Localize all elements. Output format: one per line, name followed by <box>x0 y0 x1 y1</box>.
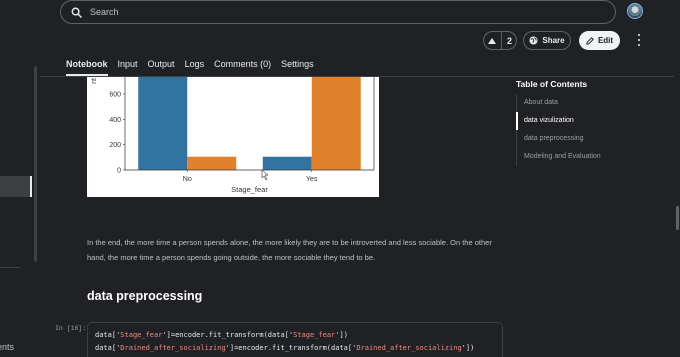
share-button[interactable]: Share <box>523 31 571 50</box>
globe-icon <box>529 36 538 45</box>
page-scrollbar[interactable] <box>676 206 679 230</box>
y-tick-label: 200 <box>109 142 121 149</box>
toc-item-modeling[interactable]: Modeling and Evaluation <box>516 148 601 166</box>
code-string: Drained_after_socializing <box>120 344 226 352</box>
tab-output[interactable]: Output <box>148 56 175 76</box>
edit-label: Edit <box>597 36 614 45</box>
avatar[interactable] <box>627 3 643 19</box>
toc-item-about-data[interactable]: About data <box>516 94 601 112</box>
y-tick-label: 400 <box>109 117 121 124</box>
code-line: data['Drained_after_socializing']=encode… <box>95 342 495 355</box>
code-text: data[' <box>95 344 121 352</box>
edit-button[interactable]: Edit <box>579 31 620 50</box>
upvote-icon <box>487 37 496 44</box>
code-text: ']) <box>461 344 475 352</box>
tab-notebook[interactable]: Notebook <box>66 56 108 76</box>
y-tick-label: 0 <box>117 168 121 175</box>
more-options-icon[interactable] <box>636 34 642 46</box>
upvote-button[interactable]: 2 <box>483 31 517 50</box>
search-icon <box>71 7 82 18</box>
mouse-cursor-icon <box>261 169 269 181</box>
bar-yes-0 <box>262 156 312 170</box>
code-text: ']) <box>335 331 348 339</box>
code-cell[interactable]: data['Stage_fear']=encoder.fit_transform… <box>87 322 503 357</box>
tab-input[interactable]: Input <box>118 56 138 76</box>
section-heading: data preprocessing <box>87 289 203 303</box>
code-string: Drained_after_socializing <box>356 344 462 352</box>
markdown-paragraph: In the end, the more time a person spend… <box>87 238 492 262</box>
notebook-tabs: Notebook Input Output Logs Comments (0) … <box>66 56 314 76</box>
search-bar[interactable] <box>60 0 616 24</box>
sidebar-active-indicator <box>30 176 32 197</box>
y-axis-label: nt <box>91 78 98 84</box>
share-label: Share <box>542 36 565 45</box>
toc-title: Table of Contents <box>516 79 588 89</box>
bar-yes-1 <box>311 77 361 170</box>
bar-chart: No Yes 0 200 400 600 Stage_fear nt <box>91 77 375 194</box>
sidebar-item-label[interactable]: ents <box>0 342 14 352</box>
code-text: ']=encoder.fit_transform(data[' <box>162 331 294 339</box>
code-text: data[' <box>95 331 121 339</box>
sidebar-scrollbar[interactable] <box>34 66 37 262</box>
left-sidebar: ents <box>0 0 38 357</box>
tab-settings[interactable]: Settings <box>281 56 314 76</box>
chart-output: No Yes 0 200 400 600 Stage_fear nt <box>87 77 379 197</box>
tab-logs[interactable]: Logs <box>185 56 205 76</box>
x-tick-label: Yes <box>306 176 318 183</box>
table-of-contents: About data data vizulization data prepro… <box>516 94 601 166</box>
toc-item-data-preprocessing[interactable]: data preprocessing <box>516 130 601 148</box>
toc-item-data-vizulization[interactable]: data vizulization <box>516 112 601 130</box>
cell-execution-label: In [16]: <box>55 325 87 332</box>
pencil-icon <box>586 36 594 45</box>
sidebar-active-item[interactable] <box>0 176 32 197</box>
code-line: data['Stage_fear']=encoder.fit_transform… <box>95 329 495 342</box>
bar-no-1 <box>187 156 237 170</box>
code-string: Stage_fear <box>293 331 336 339</box>
x-tick-label: No <box>183 176 192 183</box>
vote-count: 2 <box>506 35 512 46</box>
sidebar-divider <box>0 267 20 268</box>
bar-no-0 <box>138 77 188 170</box>
vote-divider <box>500 31 502 50</box>
x-axis-label: Stage_fear <box>231 185 268 194</box>
y-tick-label: 600 <box>109 92 121 99</box>
tab-comments[interactable]: Comments (0) <box>214 56 271 76</box>
search-input[interactable] <box>90 7 570 17</box>
code-string: Stage_fear <box>120 331 163 339</box>
code-text: ']=encoder.fit_transform(data[' <box>225 344 357 352</box>
